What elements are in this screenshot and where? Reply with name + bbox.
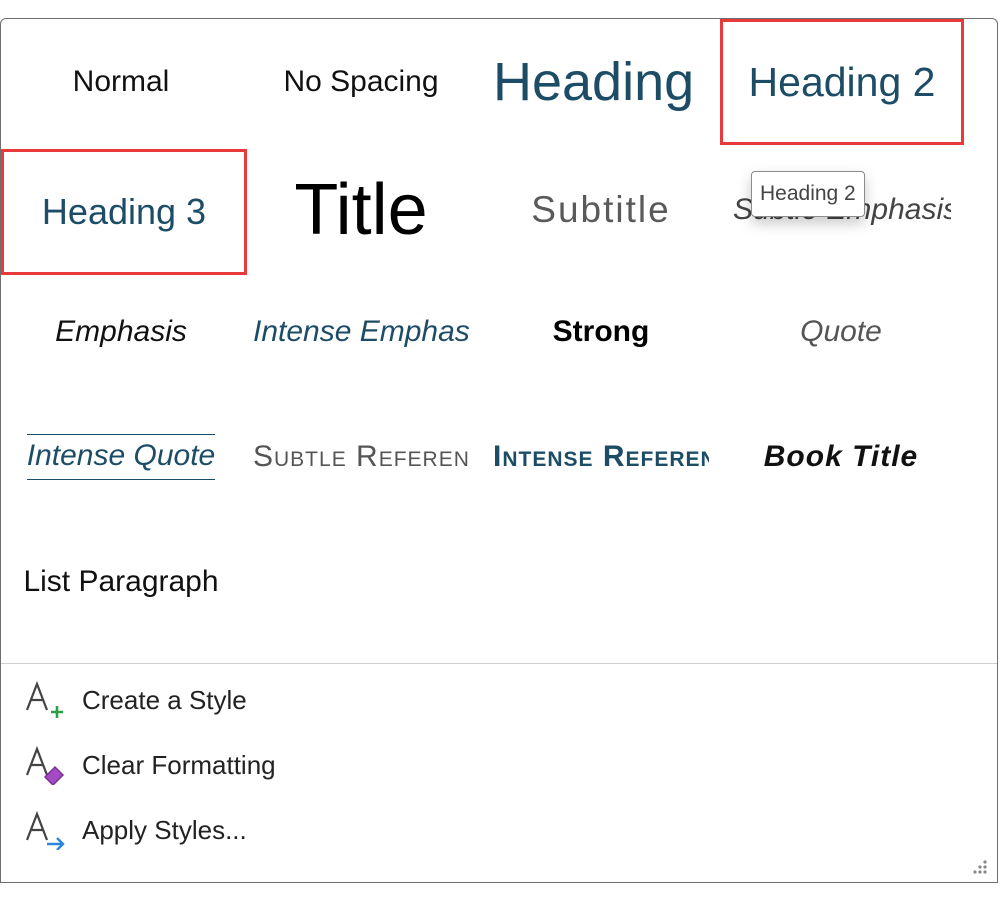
create-style-icon xyxy=(23,680,69,720)
style-heading-1-label: Heading 1 xyxy=(493,51,711,112)
style-tooltip: Heading 2 xyxy=(751,171,865,217)
apply-styles-menu-item[interactable]: Apply Styles... xyxy=(1,800,601,860)
style-intense-quote-label: Intense Quote xyxy=(26,433,216,480)
style-title-label: Title xyxy=(294,169,428,250)
clear-formatting-icon xyxy=(23,745,69,785)
style-subtle-reference-label: Subtle Reference xyxy=(253,439,469,473)
style-quote-label: Quote xyxy=(800,314,882,348)
style-intense-emphasis[interactable]: Intense Emphasis xyxy=(241,269,469,394)
style-strong[interactable]: Strong xyxy=(481,269,721,394)
style-subtitle[interactable]: Subtitle xyxy=(481,147,721,272)
style-subtle-reference[interactable]: Subtle Reference xyxy=(241,394,469,519)
style-tooltip-text: Heading 2 xyxy=(760,182,856,205)
clear-formatting-menu-item[interactable]: Clear Formatting xyxy=(1,735,601,795)
style-book-title-label: Book Title xyxy=(763,439,919,473)
menu-divider xyxy=(1,663,997,664)
style-heading-2-label: Heading 2 xyxy=(748,58,936,105)
style-book-title[interactable]: Book Title xyxy=(721,394,961,519)
create-style-menu-item[interactable]: Create a Style xyxy=(1,670,601,730)
style-intense-reference[interactable]: Intense Reference xyxy=(481,394,709,519)
style-title[interactable]: Title xyxy=(241,147,481,272)
style-no-spacing[interactable]: No Spacing xyxy=(241,19,481,144)
style-emphasis[interactable]: Emphasis xyxy=(1,269,241,394)
style-intense-reference-label: Intense Reference xyxy=(493,439,709,473)
style-no-spacing-label: No Spacing xyxy=(283,64,439,98)
style-emphasis-label: Emphasis xyxy=(55,314,187,348)
style-subtitle-label: Subtitle xyxy=(531,188,671,230)
style-heading-2[interactable]: Heading 2 xyxy=(720,19,964,145)
style-quote[interactable]: Quote xyxy=(721,269,961,394)
style-normal[interactable]: Normal xyxy=(1,19,241,144)
style-intense-emphasis-label: Intense Emphasis xyxy=(253,314,469,348)
style-heading-1[interactable]: Heading 1 xyxy=(481,19,711,144)
create-style-label: Create a Style xyxy=(82,684,247,715)
apply-styles-icon xyxy=(23,810,69,850)
style-list-paragraph[interactable]: List Paragraph xyxy=(1,519,241,644)
styles-gallery-panel: Normal No Spacing Heading 1 Heading 2 He… xyxy=(0,18,998,883)
resize-grip-icon[interactable] xyxy=(971,858,989,876)
style-normal-label: Normal xyxy=(72,64,170,98)
style-intense-quote[interactable]: Intense Quote xyxy=(1,394,241,519)
apply-styles-label: Apply Styles... xyxy=(82,814,247,845)
style-heading-3[interactable]: Heading 3 xyxy=(1,149,247,275)
clear-formatting-label: Clear Formatting xyxy=(82,749,276,780)
style-heading-3-label: Heading 3 xyxy=(41,191,207,232)
styles-gallery: Normal No Spacing Heading 1 Heading 2 He… xyxy=(1,19,997,664)
style-strong-label: Strong xyxy=(552,314,650,348)
style-list-paragraph-label: List Paragraph xyxy=(23,564,219,598)
